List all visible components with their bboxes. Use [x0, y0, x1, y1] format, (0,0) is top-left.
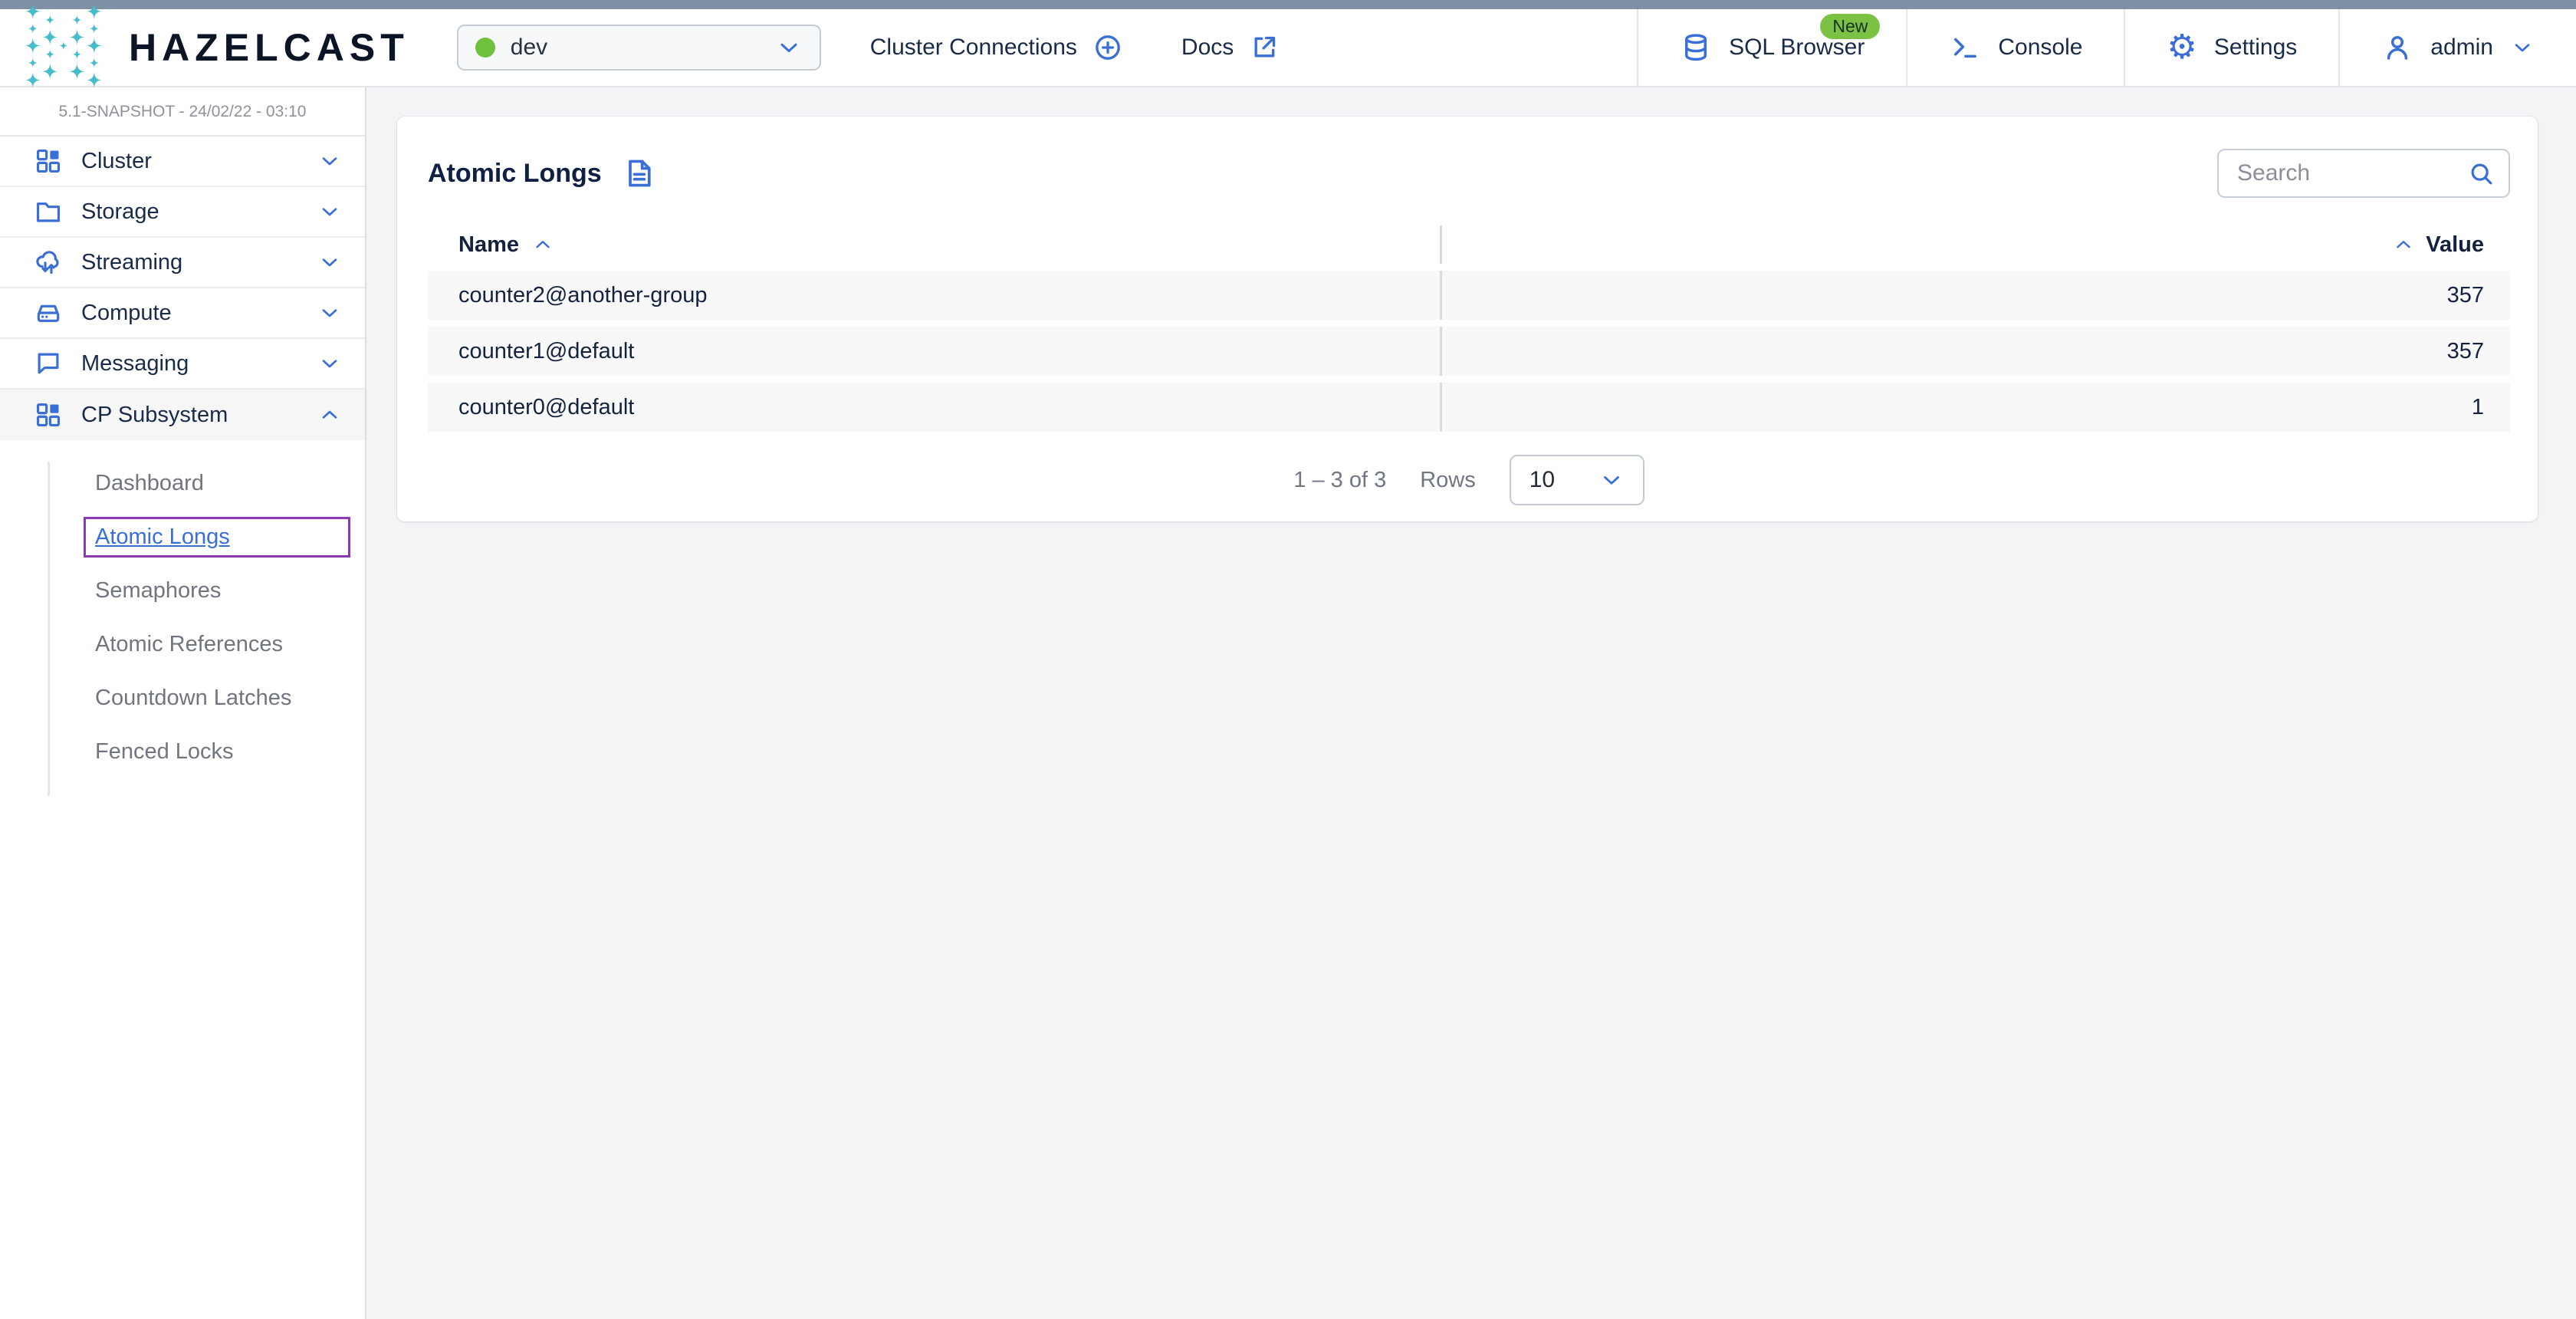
topbar-nav: Cluster Connections Docs	[870, 9, 1280, 86]
cluster-connections-label: Cluster Connections	[870, 35, 1077, 61]
settings-label: Settings	[2214, 35, 2297, 61]
chevron-up-icon	[317, 403, 342, 427]
sidebar: 5.1-SNAPSHOT - 24/02/22 - 03:10 Cluster …	[0, 87, 366, 1319]
sidebar-item-compute[interactable]: Compute	[0, 288, 365, 339]
sort-asc-icon	[531, 233, 554, 256]
console-button[interactable]: Console	[1906, 9, 2124, 86]
grid-icon	[34, 400, 63, 429]
sidebar-item-label: CP Subsystem	[81, 403, 228, 428]
cluster-status-dot	[475, 38, 495, 58]
atomic-longs-card: Atomic Longs Name Value	[397, 117, 2538, 521]
user-name: admin	[2430, 35, 2493, 61]
cell-value: 1	[1440, 383, 2510, 432]
new-badge: New	[1820, 14, 1880, 39]
sidebar-item-label: Cluster	[81, 149, 152, 174]
console-label: Console	[1998, 35, 2082, 61]
chevron-down-icon	[317, 199, 342, 224]
settings-button[interactable]: ⚙ Settings	[2124, 9, 2338, 86]
search-input[interactable]	[2217, 149, 2510, 198]
chevron-down-icon	[317, 149, 342, 173]
search-box	[2217, 149, 2510, 198]
column-header-name[interactable]: Name	[428, 225, 1440, 264]
external-link-icon	[1249, 32, 1280, 63]
sidebar-item-label: Storage	[81, 199, 159, 225]
table-row[interactable]: counter2@another-group 357	[428, 271, 2510, 320]
topbar: HAZELCAST dev Cluster Connections Docs S…	[0, 9, 2576, 87]
hard-drive-icon	[34, 298, 63, 327]
docs-link[interactable]: Docs	[1181, 32, 1280, 63]
user-menu[interactable]: admin	[2338, 9, 2576, 86]
sidebar-item-cluster[interactable]: Cluster	[0, 137, 365, 187]
database-icon	[1680, 31, 1712, 64]
sidebar-item-label: Compute	[81, 301, 172, 326]
sidebar-item-label: Messaging	[81, 351, 189, 377]
cell-name: counter0@default	[428, 383, 1440, 432]
chevron-down-icon	[2510, 35, 2535, 60]
chevron-down-icon	[317, 250, 342, 275]
chat-bubble-icon	[34, 349, 63, 378]
table-row[interactable]: counter0@default 1	[428, 383, 2510, 432]
sidebar-item-storage[interactable]: Storage	[0, 187, 365, 238]
document-icon[interactable]	[622, 156, 656, 190]
sidebar-item-messaging[interactable]: Messaging	[0, 339, 365, 390]
submenu-item-semaphores[interactable]: Semaphores	[84, 571, 350, 611]
cloud-streaming-icon	[34, 248, 63, 277]
column-header-value[interactable]: Value	[1440, 225, 2510, 264]
terminal-icon	[1949, 31, 1981, 64]
cluster-selector-dropdown[interactable]: dev	[457, 25, 821, 71]
chevron-down-icon	[317, 351, 342, 376]
user-icon	[2381, 31, 2413, 64]
rows-per-page-value: 10	[1530, 467, 1555, 493]
rows-per-page-label: Rows	[1420, 468, 1476, 493]
hazelcast-logo-mark	[23, 2, 115, 94]
rows-per-page-select[interactable]: 10	[1510, 455, 1644, 505]
pagination-range: 1 – 3 of 3	[1293, 468, 1386, 493]
plus-circle-icon	[1092, 32, 1123, 63]
sidebar-item-label: Streaming	[81, 250, 182, 275]
search-icon[interactable]	[2467, 160, 2496, 189]
grid-icon	[34, 146, 63, 176]
cluster-selector-value: dev	[511, 35, 547, 61]
submenu-item-atomic-longs[interactable]: Atomic Longs	[84, 517, 350, 558]
cell-name: counter2@another-group	[428, 271, 1440, 320]
topbar-actions: SQL Browser New Console ⚙ Settings admin	[1637, 9, 2576, 86]
cluster-connections-button[interactable]: Cluster Connections	[870, 32, 1123, 63]
main-content: Atomic Longs Name Value	[366, 87, 2576, 1319]
folder-icon	[34, 197, 63, 226]
gear-icon: ⚙	[2167, 31, 2196, 64]
chevron-down-icon	[1598, 467, 1625, 493]
submenu-item-countdown-latches[interactable]: Countdown Latches	[84, 678, 350, 719]
submenu-item-atomic-references[interactable]: Atomic References	[84, 624, 350, 665]
version-label: 5.1-SNAPSHOT - 24/02/22 - 03:10	[0, 87, 365, 137]
chevron-down-icon	[317, 301, 342, 325]
sql-browser-button[interactable]: SQL Browser New	[1637, 9, 1906, 86]
window-top-strip	[0, 0, 2576, 9]
docs-label: Docs	[1181, 35, 1234, 61]
chevron-down-icon	[775, 34, 803, 61]
submenu-item-fenced-locks[interactable]: Fenced Locks	[84, 732, 350, 772]
pagination: 1 – 3 of 3 Rows 10	[428, 455, 2510, 505]
sort-asc-icon	[2392, 233, 2415, 256]
submenu-item-dashboard[interactable]: Dashboard	[84, 463, 350, 504]
cell-value: 357	[1440, 327, 2510, 376]
cell-value: 357	[1440, 271, 2510, 320]
table-header: Name Value	[428, 225, 2510, 264]
page-title: Atomic Longs	[428, 156, 656, 190]
cell-name: counter1@default	[428, 327, 1440, 376]
brand-wordmark: HAZELCAST	[129, 25, 409, 70]
table-row[interactable]: counter1@default 357	[428, 327, 2510, 376]
cp-subsystem-submenu: Dashboard Atomic Longs Semaphores Atomic…	[48, 462, 365, 796]
sidebar-item-streaming[interactable]: Streaming	[0, 238, 365, 288]
hazelcast-logo: HAZELCAST	[0, 9, 409, 86]
sidebar-item-cp-subsystem[interactable]: CP Subsystem	[0, 390, 365, 440]
